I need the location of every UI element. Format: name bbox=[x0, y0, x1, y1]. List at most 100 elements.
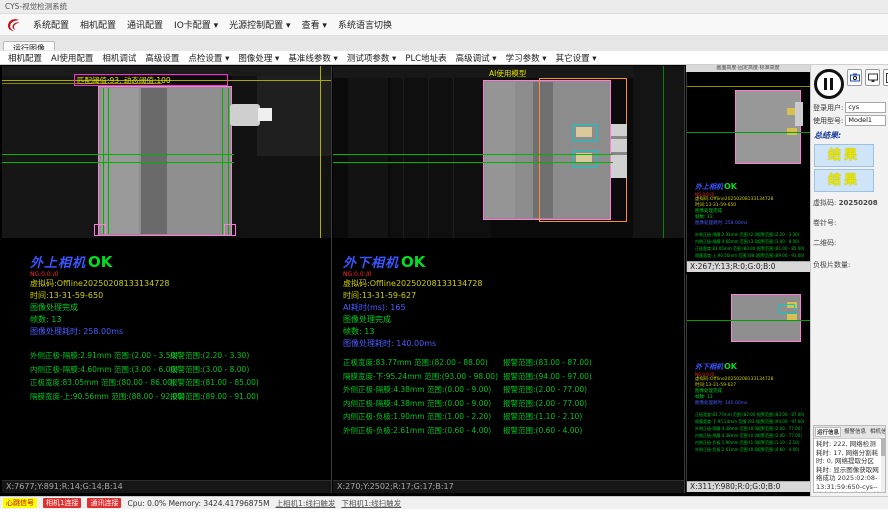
info-tabs: 运行信息 报警信息 相机信息 bbox=[814, 426, 885, 439]
measurement-rows: 正极宽度:83.77mm 范围:(82.00 - 88.00)报警范围:(83.… bbox=[343, 356, 684, 437]
menu-item-camera-config[interactable]: 相机配置 bbox=[80, 18, 116, 31]
measure-line bbox=[2, 162, 234, 163]
result-box-lower: 结果 bbox=[814, 169, 874, 192]
result-box-upper: 结果 bbox=[814, 144, 874, 167]
tool-baseline-params[interactable]: 基准线参数 ▾ bbox=[288, 52, 337, 64]
tab-detect-box bbox=[779, 304, 795, 314]
toolbar: 相机配置 AI使用配置 相机调试 高级设置 点检设置 ▾ 图像处理 ▾ 基准线参… bbox=[0, 50, 888, 65]
camera-view-left[interactable]: 匹配阈值:93, 动态阈值:100 bbox=[2, 66, 331, 238]
scene-shape bbox=[403, 78, 404, 238]
laser-line bbox=[320, 66, 321, 238]
app-statusbar: 心跳信号 相机1连接 通讯连接 Cpu: 0.0% Memory: 3424.4… bbox=[0, 496, 888, 509]
laser-line bbox=[687, 86, 810, 87]
time-line: 时间:13-31-59-650 bbox=[30, 290, 331, 302]
camera-panel-lower-outer: AI使用模型 外下相机OK NG:0,0:/0 虚拟码:Offline20250… bbox=[333, 66, 685, 493]
camera-icon bbox=[850, 73, 860, 82]
thumb-panel-top[interactable]: 外上相机OK NG:0,0:/0 虚拟码:Offline202502081331… bbox=[686, 72, 810, 272]
frame-count: 帧数: 13 bbox=[30, 314, 331, 326]
connector-blob bbox=[795, 102, 803, 126]
pause-button[interactable] bbox=[814, 69, 844, 99]
screen-button[interactable] bbox=[865, 69, 880, 86]
edge-line bbox=[228, 88, 229, 234]
measure-line bbox=[333, 154, 613, 155]
cpu-memory-status: Cpu: 0.0% Memory: 3424.41796875M bbox=[127, 499, 269, 508]
match-threshold-overlay: 匹配阈值:93, 动态阈值:100 bbox=[74, 74, 228, 86]
menu-item-view[interactable]: 查看 ▾ bbox=[302, 18, 327, 31]
scene-shape bbox=[141, 88, 167, 234]
tool-camera-config[interactable]: 相机配置 bbox=[8, 52, 42, 64]
model-label: 使用型号: bbox=[813, 116, 843, 126]
connector-blob bbox=[611, 124, 627, 178]
roi-marker bbox=[224, 224, 236, 236]
measurement-row: 正极宽度:83.77mm 范围:(82.00 - 88.00)报警范围:(83.… bbox=[343, 356, 684, 370]
main-area: 匹配阈值:93, 动态阈值:100 外上相机OK NG:0,0:/0 虚拟码:O… bbox=[0, 65, 888, 496]
measure-line bbox=[333, 162, 613, 163]
camera-title: 外上相机 bbox=[30, 256, 86, 271]
tool-plc-table[interactable]: PLC地址表 bbox=[405, 52, 446, 64]
log-scrollbar[interactable] bbox=[881, 436, 885, 492]
measurement-row: 外侧正极-隔膜:4.38mm 范围:(0.00 - 9.00)报警范围:(2.0… bbox=[343, 383, 684, 397]
tab-blob bbox=[576, 127, 592, 137]
tool-test-params[interactable]: 测试项参数 ▾ bbox=[347, 52, 396, 64]
scene-shape bbox=[2, 66, 98, 238]
process-elapsed: 图像处理耗时: 140.00ms bbox=[343, 338, 684, 350]
menu-item-comm-config[interactable]: 通讯配置 bbox=[127, 18, 163, 31]
edge-line bbox=[663, 66, 664, 238]
tool-learn-params[interactable]: 学习参数 ▾ bbox=[506, 52, 547, 64]
thumb-view-bottom[interactable] bbox=[687, 274, 810, 352]
thumb-panel-bottom[interactable]: 外下相机OK NG:0,0:/0 虚拟码:Offline202502081331… bbox=[686, 274, 810, 492]
model-input[interactable]: Model1 bbox=[845, 115, 886, 126]
pixel-status-thumb-bottom: X:311;Y:980;R:0;G:0;B:0 bbox=[687, 481, 810, 492]
barcode-line: 虚拟码:Offline20250208133134728 bbox=[30, 278, 331, 290]
control-sidebar: 登录用户: cys 使用型号: Model1 总结果: 结果 结果 虚拟码: 2… bbox=[810, 65, 888, 496]
tool-other-settings[interactable]: 其它设置 ▾ bbox=[556, 52, 597, 64]
menu-item-io-config[interactable]: IO卡配置 ▾ bbox=[174, 18, 218, 31]
scene-shape bbox=[391, 78, 491, 238]
ai-elapsed: AI耗时(ms): 165 bbox=[343, 302, 684, 314]
edge-line bbox=[108, 88, 109, 234]
info-tab-run[interactable]: 运行信息 bbox=[815, 427, 841, 437]
camera-title: 外下相机 bbox=[343, 256, 399, 271]
camera-view-right[interactable]: AI使用模型 bbox=[333, 66, 684, 238]
connector-blob bbox=[611, 136, 627, 139]
qr-code-label: 二维码: bbox=[811, 236, 888, 250]
tool-advanced-debug[interactable]: 高级调试 ▾ bbox=[456, 52, 497, 64]
connector-blob bbox=[258, 108, 272, 121]
window-title: CYS-视觉检测系统 bbox=[5, 2, 67, 11]
menu-item-system-config[interactable]: 系统配置 bbox=[33, 18, 69, 31]
tool-image-process[interactable]: 图像处理 ▾ bbox=[238, 52, 279, 64]
result-text-right: 外下相机OK NG:0,0:/0 虚拟码:Offline202502081331… bbox=[333, 238, 684, 437]
measure-line bbox=[2, 154, 234, 155]
process-status: 图像处理完成 bbox=[30, 302, 331, 314]
login-user-field: 登录用户: cys bbox=[811, 101, 888, 114]
time-line: 时间:13-31-59-627 bbox=[343, 290, 684, 302]
result-text-left: 外上相机OK NG:0,0:/0 虚拟码:Offline202502081331… bbox=[2, 238, 331, 403]
tool-ai-config[interactable]: AI使用配置 bbox=[51, 52, 93, 64]
menubar: 系统配置 相机配置 通讯配置 IO卡配置 ▾ 光源控制配置 ▾ 查看 ▾ 系统语… bbox=[0, 14, 888, 36]
anode-count-label: 负极片数量: bbox=[811, 258, 888, 272]
info-tab-alarm[interactable]: 报警信息 bbox=[843, 427, 867, 437]
edge-line bbox=[222, 88, 223, 234]
menu-item-light-config[interactable]: 光源控制配置 ▾ bbox=[229, 18, 290, 31]
tool-spot-check[interactable]: 点检设置 ▾ bbox=[188, 52, 229, 64]
measurement-row: 内侧正极-隔膜:4.60mm 范围:(3.00 - 6.00)报警范围:(3.0… bbox=[30, 363, 331, 377]
tool-camera-debug[interactable]: 相机调试 bbox=[102, 52, 136, 64]
menu-item-language[interactable]: 系统语言切换 bbox=[338, 18, 392, 31]
upper-camera-trigger-status: 上相机1:线扫触发 bbox=[276, 498, 336, 509]
log-scrollbar-thumb[interactable] bbox=[881, 438, 885, 456]
ng-counter: NG:0,0:/0 bbox=[30, 271, 331, 278]
cell-region bbox=[735, 90, 801, 164]
login-user-input[interactable]: cys bbox=[845, 102, 886, 113]
logout-button[interactable] bbox=[883, 69, 888, 86]
thumb-view-top[interactable] bbox=[687, 72, 810, 172]
camera-capture-button[interactable] bbox=[847, 69, 862, 86]
thumb-result-text: 外下相机OK NG:0,0:/0 虚拟码:Offline202502081331… bbox=[687, 352, 810, 453]
process-status: 图像处理完成 bbox=[343, 314, 684, 326]
tool-advanced-settings[interactable]: 高级设置 bbox=[145, 52, 179, 64]
titlebar: CYS-视觉检测系统 bbox=[0, 0, 888, 14]
scene-shape bbox=[101, 88, 139, 234]
scene-shape bbox=[428, 78, 429, 238]
total-result-label: 总结果: bbox=[811, 127, 888, 142]
pixel-status-left: X:7677;Y:891;R:14;G:14;B:14 bbox=[2, 480, 331, 493]
thumb-column-header: 画面高度·固定高度·标准高度 bbox=[686, 65, 810, 72]
